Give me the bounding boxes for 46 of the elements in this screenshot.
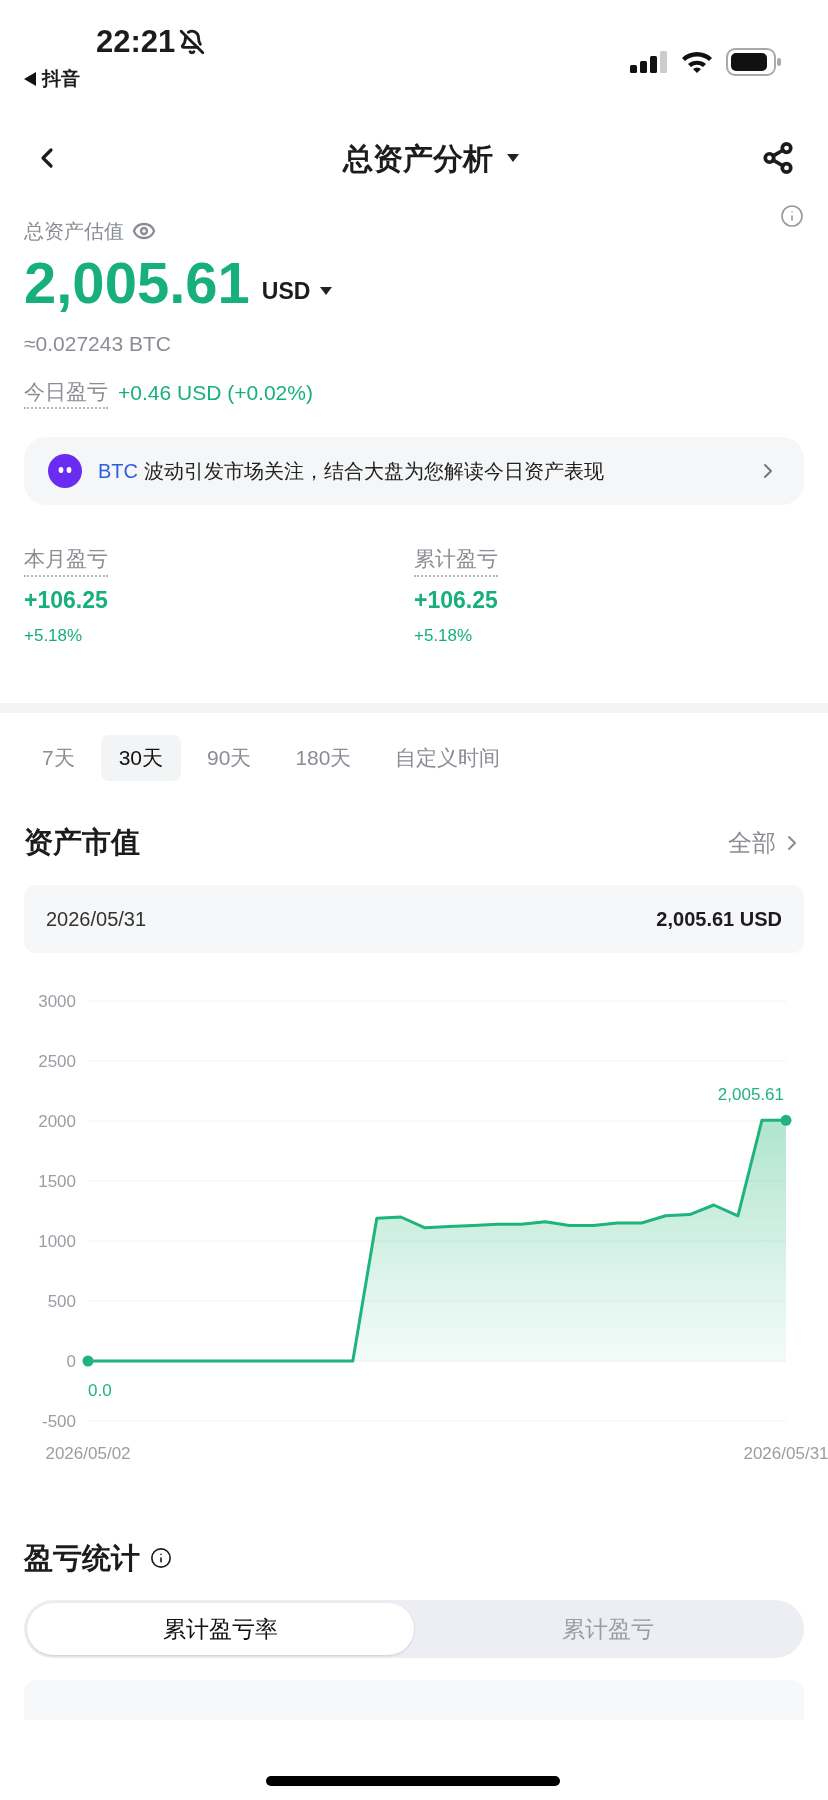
pnl-value: +106.25 (24, 585, 108, 615)
insight-banner[interactable]: BTC 波动引发市场关注，结合大盘为您解读今日资产表现 (24, 437, 804, 505)
axis-label: 2000 (38, 1111, 76, 1131)
wifi-icon (680, 50, 714, 74)
data-label: 2,005.61 (717, 1084, 784, 1104)
currency-dropdown[interactable]: USD (261, 273, 333, 312)
data-label: 0.0 (88, 1380, 112, 1400)
axis-label: 500 (47, 1291, 76, 1311)
status-time: 22:21 (96, 26, 176, 57)
today-pnl-label: 今日盈亏 (24, 375, 108, 409)
back-app-link[interactable]: 抖音 (42, 65, 80, 94)
signal-icon (630, 51, 668, 73)
pnl-label: 本月盈亏 (24, 543, 108, 577)
caret-icon (320, 286, 333, 295)
total-assets-value: 2,005.61 (24, 254, 250, 312)
data-point (780, 1114, 792, 1126)
section-title: 盈亏统计 (24, 1540, 140, 1576)
robot-avatar-icon (48, 454, 82, 488)
today-pnl-value: +0.46 USD (+0.02%) (118, 379, 313, 406)
bell-off-icon (179, 28, 206, 55)
amount-text: 2,005.61 USD (656, 906, 782, 932)
date-text: 2026/05/31 (46, 906, 147, 932)
segment-tab[interactable]: 累计盈亏率 (27, 1603, 414, 1655)
btc-equivalent: ≈0.027243 BTC (24, 331, 172, 357)
pnl-percent: +5.18% (24, 625, 83, 647)
axis-label: 2500 (38, 1051, 76, 1071)
axis-label: -500 (41, 1411, 76, 1431)
title-dropdown[interactable]: 总资产分析 (343, 135, 519, 181)
battery-icon (726, 48, 782, 76)
range-tab[interactable]: 30天 (100, 735, 182, 781)
axis-label: 1000 (38, 1231, 76, 1251)
axis-label: 1500 (38, 1171, 76, 1191)
data-point (82, 1355, 94, 1366)
banner-text: BTC 波动引发市场关注，结合大盘为您解读今日资产表现 (98, 459, 605, 484)
axis-label: 3000 (38, 991, 76, 1011)
axis-label: 2026/05/31 (743, 1443, 828, 1463)
pnl-percent: +5.18% (414, 625, 473, 647)
pnl-label: 累计盈亏 (414, 543, 498, 577)
axis-label: 0 (66, 1351, 76, 1371)
back-triangle-icon (24, 72, 36, 87)
total-assets-label: 总资产估值 (24, 219, 124, 244)
section-title: 资产市值 (24, 825, 140, 860)
info-icon[interactable] (150, 1547, 172, 1570)
pnl-value: +106.25 (414, 585, 498, 615)
axis-label: 2026/05/02 (45, 1443, 131, 1463)
caret-icon (507, 154, 519, 162)
